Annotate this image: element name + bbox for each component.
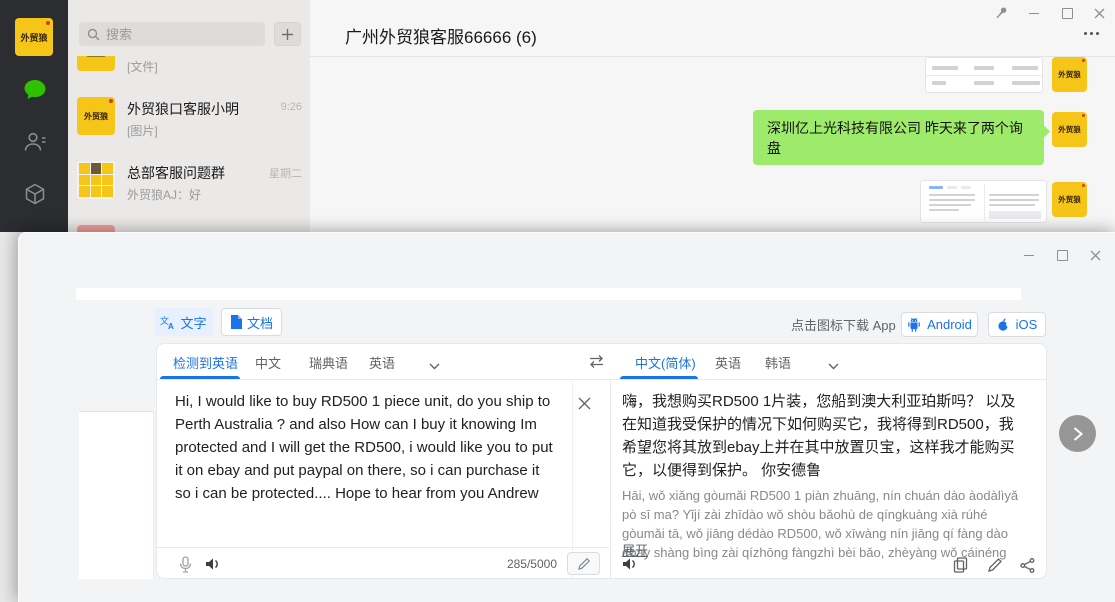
favorites-box-icon[interactable] — [22, 182, 48, 206]
add-button[interactable] — [274, 22, 301, 46]
source-toolbar-divider — [157, 547, 609, 548]
avatar-seal-dot — [46, 21, 50, 25]
apple-icon — [997, 317, 1010, 332]
minimize-icon[interactable] — [1026, 5, 1042, 21]
tab-label: 文档 — [247, 313, 273, 332]
android-icon — [907, 317, 921, 332]
android-label: Android — [927, 317, 972, 332]
chat-avatar: 外贸狼 — [77, 97, 115, 135]
listen-translation-icon[interactable] — [620, 554, 640, 574]
tab-text-mode[interactable]: 文A 文字 — [154, 308, 213, 336]
translate-icon: 文A — [160, 315, 175, 330]
char-count: 285/5000 — [457, 557, 557, 571]
source-inner-divider — [572, 380, 573, 578]
user-avatar[interactable]: 外贸狼 — [15, 18, 53, 56]
target-tab-underline — [620, 376, 698, 379]
listen-source-icon[interactable] — [203, 554, 223, 574]
sender-avatar[interactable]: 外贸狼 — [1052, 112, 1087, 147]
tabbar-divider — [157, 379, 1046, 380]
svg-text:A: A — [168, 322, 174, 330]
avatar-text: 外贸狼 — [84, 111, 108, 122]
source-lang-chinese[interactable]: 中文 — [255, 353, 281, 372]
message-text: 深圳亿上光科技有限公司 昨天来了两个询盘 — [767, 118, 1030, 158]
source-lang-chevron-down-icon[interactable] — [429, 357, 440, 375]
clear-source-icon[interactable] — [575, 394, 593, 412]
translator-window: 文A 文字 文档 点击图标下载 App Android iOS 检测到英语 中文… — [18, 232, 1115, 602]
source-tab-underline — [160, 376, 240, 379]
chat-main-panel: 广州外贸狼客服66666 (6) 外贸狼 深圳亿上光科技有限公司 昨天来了两个询… — [310, 0, 1115, 232]
source-lang-english[interactable]: 英语 — [369, 353, 395, 372]
source-textarea[interactable]: Hi, I would like to buy RD500 1 piece un… — [175, 390, 557, 505]
chat-subtitle: [图片] — [127, 122, 158, 139]
image-message-table[interactable] — [925, 57, 1043, 93]
document-icon — [230, 315, 242, 329]
page-left-panel — [79, 411, 154, 579]
avatar-seal-dot — [1082, 59, 1085, 62]
chat-title: 总部客服问题群 — [127, 163, 225, 183]
copy-translation-icon[interactable] — [950, 555, 970, 575]
microphone-icon[interactable] — [175, 554, 195, 574]
pinyin-transliteration: Hāi, wǒ xiǎng gòumǎi RD500 1 piàn zhuāng… — [622, 486, 1024, 562]
chats-icon[interactable] — [22, 78, 48, 102]
translation-output: 嗨，我想购买RD500 1片装，您船到澳大利亚珀斯吗？ 以及在知道我受保护的情况… — [622, 390, 1018, 482]
chat-time: 9:26 — [281, 101, 302, 113]
group-avatar — [77, 161, 115, 199]
target-lang-english[interactable]: 英语 — [715, 353, 741, 372]
list-item-xiaoming[interactable]: 外贸狼 外贸狼口客服小明 9:26 [图片] — [68, 91, 310, 155]
bubble-tail — [1037, 125, 1050, 138]
avatar-text: 外贸狼 — [1058, 194, 1081, 205]
minimize-icon[interactable] — [1021, 247, 1037, 263]
avatar-seal-dot — [109, 99, 113, 103]
close-icon[interactable] — [1087, 247, 1103, 263]
close-icon[interactable] — [1091, 5, 1107, 21]
suggest-edit-icon[interactable] — [985, 555, 1005, 575]
user-avatar-label: 外贸狼 — [20, 31, 47, 44]
list-item-group[interactable]: 总部客服问题群 星期二 外贸狼AJ：好 — [68, 155, 310, 219]
pin-icon[interactable] — [993, 5, 1009, 21]
chat-room-title: 广州外贸狼客服66666 (6) — [345, 23, 537, 48]
tab-document-mode[interactable]: 文档 — [221, 308, 282, 336]
chat-time: 星期二 — [269, 165, 302, 181]
swap-languages-icon[interactable] — [588, 354, 605, 374]
target-lang-korean[interactable]: 韩语 — [765, 353, 791, 372]
avatar-text: 外贸狼 — [1058, 124, 1081, 135]
maximize-icon[interactable] — [1059, 5, 1075, 21]
avatar-text: 外贸狼 — [1058, 69, 1081, 80]
chat-subtitle: [文件] — [127, 58, 158, 75]
more-menu-icon[interactable] — [1084, 32, 1099, 35]
screen: 外贸狼 [文件] 外贸狼 外贸狼口客服小明 9:26 [图片] — [0, 0, 1115, 602]
tab-label: 文字 — [180, 313, 206, 332]
sender-avatar[interactable]: 外贸狼 — [1052, 57, 1087, 92]
chat-subtitle: 外贸狼AJ：好 — [127, 186, 201, 203]
target-lang-chevron-down-icon[interactable] — [828, 357, 839, 375]
target-lang-chinese-simplified[interactable]: 中文(简体) — [635, 353, 696, 372]
share-translation-icon[interactable] — [1017, 555, 1037, 575]
source-lang-swedish[interactable]: 瑞典语 — [309, 353, 348, 372]
chat-title: 外贸狼口客服小明 — [127, 99, 239, 119]
page-top-strip — [76, 288, 1021, 300]
search-input[interactable] — [79, 22, 265, 46]
text-message-bubble: 深圳亿上光科技有限公司 昨天来了两个询盘 — [753, 110, 1044, 165]
translate-card: 检测到英语 中文 瑞典语 英语 中文(简体) 英语 韩语 Hi, I would… — [156, 343, 1047, 579]
android-button[interactable]: Android — [901, 312, 978, 337]
maximize-icon[interactable] — [1054, 247, 1070, 263]
image-message-screenshot[interactable] — [920, 180, 1047, 223]
ios-button[interactable]: iOS — [988, 312, 1046, 337]
ios-label: iOS — [1016, 317, 1038, 332]
avatar-seal-dot — [1082, 184, 1085, 187]
search-header — [68, 0, 310, 56]
wechat-sidebar: 外贸狼 — [0, 0, 68, 232]
avatar-seal-dot — [1082, 114, 1085, 117]
next-page-button[interactable] — [1059, 415, 1096, 452]
chat-list-panel: [文件] 外贸狼 外贸狼口客服小明 9:26 [图片] 总部客服问题群 星期二 … — [68, 0, 311, 232]
download-hint: 点击图标下载 App — [791, 315, 896, 334]
handwriting-button[interactable] — [567, 552, 600, 575]
source-lang-detected[interactable]: 检测到英语 — [173, 353, 238, 372]
contacts-icon[interactable] — [22, 130, 48, 154]
sender-avatar[interactable]: 外贸狼 — [1052, 182, 1087, 217]
panel-divider — [610, 380, 611, 578]
